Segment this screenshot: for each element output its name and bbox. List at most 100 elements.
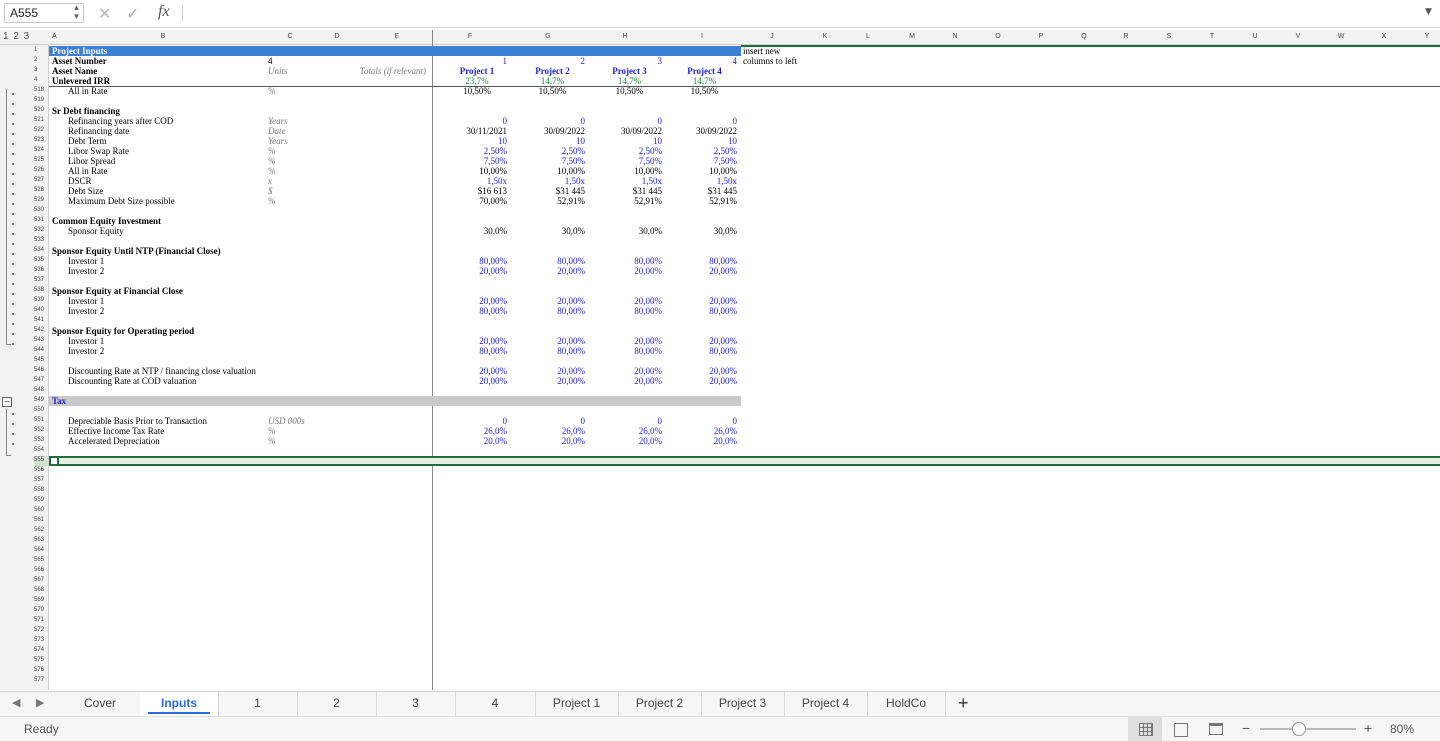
sheet-grid[interactable]: 1 Project Inputs 2 Asset Number 4 1 2 3 4 3 Asset … — [0, 30, 1440, 690]
row-header-529[interactable]: 529 — [34, 197, 48, 203]
column-header-n[interactable]: N — [945, 33, 965, 40]
name-box-stepper-icon[interactable]: ▲ ▼ — [70, 3, 83, 21]
sheet-tab-project-4[interactable]: Project 4 — [784, 692, 868, 716]
scroll-tabs-right-icon[interactable]: ▶ — [36, 696, 44, 709]
row-header-559[interactable]: 559 — [34, 497, 48, 503]
row-header-547[interactable]: 547 — [34, 377, 48, 383]
sheet-tab-3[interactable]: 3 — [376, 692, 456, 716]
active-cell[interactable] — [49, 456, 59, 466]
row-header-538[interactable]: 538 — [34, 287, 48, 293]
row-header-533[interactable]: 533 — [34, 237, 48, 243]
row-header-574[interactable]: 574 — [34, 647, 48, 653]
zoom-slider-handle[interactable] — [1292, 722, 1306, 736]
row-header-567[interactable]: 567 — [34, 577, 48, 583]
row-header-565[interactable]: 565 — [34, 557, 48, 563]
row-header-557[interactable]: 557 — [34, 477, 48, 483]
row-header-535[interactable]: 535 — [34, 257, 48, 263]
cancel-icon[interactable]: ✕ — [98, 4, 111, 23]
column-header-v[interactable]: V — [1288, 33, 1308, 40]
row-header-528[interactable]: 528 — [34, 187, 48, 193]
row-header-522[interactable]: 522 — [34, 127, 48, 133]
row-header-532[interactable]: 532 — [34, 227, 48, 233]
column-header-a[interactable]: A — [52, 33, 72, 40]
row-header-577[interactable]: 577 — [34, 677, 48, 683]
row-header-526[interactable]: 526 — [34, 167, 48, 173]
column-header-f[interactable]: F — [460, 33, 480, 40]
row-header-2[interactable]: 2 — [34, 57, 48, 63]
column-header-q[interactable]: Q — [1074, 33, 1094, 40]
row-header-558[interactable]: 558 — [34, 487, 48, 493]
sheet-tab-holdco[interactable]: HoldCo — [867, 692, 946, 716]
column-header-j[interactable]: J — [762, 33, 782, 40]
row-header-525[interactable]: 525 — [34, 157, 48, 163]
row-header-564[interactable]: 564 — [34, 547, 48, 553]
column-header-y[interactable]: Y — [1417, 33, 1437, 40]
row-header-568[interactable]: 568 — [34, 587, 48, 593]
column-header-b[interactable]: B — [153, 33, 173, 40]
column-header-l[interactable]: L — [858, 33, 878, 40]
sheet-tab-2[interactable]: 2 — [297, 692, 377, 716]
row-header-575[interactable]: 575 — [34, 657, 48, 663]
column-header-s[interactable]: S — [1159, 33, 1179, 40]
row-header-524[interactable]: 524 — [34, 147, 48, 153]
column-header-t[interactable]: T — [1202, 33, 1222, 40]
row-header-540[interactable]: 540 — [34, 307, 48, 313]
add-sheet-button[interactable]: + — [958, 693, 969, 714]
zoom-in-button[interactable]: + — [1364, 720, 1372, 736]
formula-bar-expand-icon[interactable]: ▼ — [1425, 7, 1432, 17]
normal-view-button[interactable] — [1128, 717, 1162, 741]
outline-level-buttons[interactable]: 1 2 3 — [3, 31, 30, 42]
row-header-550[interactable]: 550 — [34, 407, 48, 413]
row-header-536[interactable]: 536 — [34, 267, 48, 273]
row-header-573[interactable]: 573 — [34, 637, 48, 643]
row-header-560[interactable]: 560 — [34, 507, 48, 513]
column-header-g[interactable]: G — [538, 33, 558, 40]
row-header-554[interactable]: 554 — [34, 447, 48, 453]
selected-row-555[interactable] — [49, 456, 1440, 466]
row-header-531[interactable]: 531 — [34, 217, 48, 223]
row-header-572[interactable]: 572 — [34, 627, 48, 633]
row-header-4[interactable]: 4 — [34, 77, 48, 83]
column-header-w[interactable]: W — [1331, 33, 1351, 40]
sheet-tab-project-3[interactable]: Project 3 — [701, 692, 785, 716]
column-header-m[interactable]: M — [902, 33, 922, 40]
page-layout-view-icon[interactable] — [1174, 723, 1188, 737]
row-header-534[interactable]: 534 — [34, 247, 48, 253]
column-header-o[interactable]: O — [988, 33, 1008, 40]
row-header-1[interactable]: 1 — [34, 47, 48, 53]
row-header-537[interactable]: 537 — [34, 277, 48, 283]
row-header-563[interactable]: 563 — [34, 537, 48, 543]
row-header-566[interactable]: 566 — [34, 567, 48, 573]
row-header-539[interactable]: 539 — [34, 297, 48, 303]
row-header-548[interactable]: 548 — [34, 387, 48, 393]
row-header-552[interactable]: 552 — [34, 427, 48, 433]
row-header-562[interactable]: 562 — [34, 527, 48, 533]
formula-input[interactable] — [190, 5, 1410, 23]
row-header-571[interactable]: 571 — [34, 617, 48, 623]
column-header-d[interactable]: D — [327, 33, 347, 40]
row-header-546[interactable]: 546 — [34, 367, 48, 373]
row-header-556[interactable]: 556 — [34, 467, 48, 473]
row-header-542[interactable]: 542 — [34, 327, 48, 333]
sheet-tab-1[interactable]: 1 — [218, 692, 298, 716]
row-header-561[interactable]: 561 — [34, 517, 48, 523]
sheet-tab-project-2[interactable]: Project 2 — [618, 692, 702, 716]
page-break-view-icon[interactable] — [1209, 723, 1223, 735]
row-header-518[interactable]: 518 — [34, 87, 48, 93]
sheet-tab-inputs[interactable]: Inputs — [140, 692, 219, 716]
row-header-545[interactable]: 545 — [34, 357, 48, 363]
row-header-555[interactable]: 555 — [34, 457, 48, 463]
row-header-3[interactable]: 3 — [34, 67, 48, 73]
column-header-e[interactable]: E — [387, 33, 407, 40]
row-header-521[interactable]: 521 — [34, 117, 48, 123]
column-header-p[interactable]: P — [1031, 33, 1051, 40]
sheet-tab-4[interactable]: 4 — [455, 692, 536, 716]
column-header-x[interactable]: X — [1374, 33, 1394, 40]
column-header-h[interactable]: H — [615, 33, 635, 40]
column-header-k[interactable]: K — [815, 33, 835, 40]
row-header-551[interactable]: 551 — [34, 417, 48, 423]
row-header-519[interactable]: 519 — [34, 97, 48, 103]
column-header-i[interactable]: I — [692, 33, 712, 40]
column-header-c[interactable]: C — [280, 33, 300, 40]
row-header-544[interactable]: 544 — [34, 347, 48, 353]
